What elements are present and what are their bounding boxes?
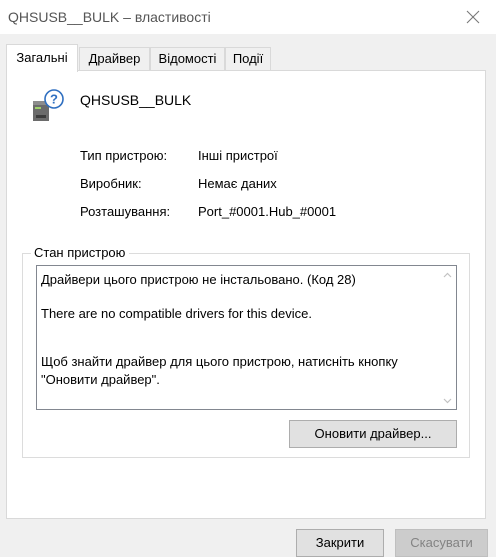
close-window-button[interactable]: [450, 0, 496, 34]
update-driver-button[interactable]: Оновити драйвер...: [289, 420, 457, 448]
device-status-textbox[interactable]: Драйвери цього пристрою не інстальовано.…: [36, 265, 457, 410]
tab-details[interactable]: Відомості: [150, 47, 225, 70]
tab-general[interactable]: Загальні: [6, 44, 78, 72]
status-line: Щоб знайти драйвер для цього пристрою, н…: [41, 354, 398, 369]
location-value: Port_#0001.Hub_#0001: [198, 204, 337, 219]
cancel-button[interactable]: Скасувати: [395, 529, 488, 557]
device-status-legend: Стан пристрою: [31, 245, 130, 260]
vertical-scrollbar[interactable]: [439, 266, 456, 409]
device-type-label: Тип пристрою:: [80, 148, 168, 163]
window-title: QHSUSB__BULK – властивості: [8, 9, 211, 25]
unknown-device-icon: ?: [33, 89, 64, 121]
manufacturer-label: Виробник:: [80, 176, 142, 191]
status-line: Драйвери цього пристрою не інстальовано.…: [41, 272, 356, 287]
device-name: QHSUSB__BULK: [80, 92, 192, 108]
scroll-down-button[interactable]: [439, 392, 456, 409]
status-line: "Оновити драйвер".: [41, 372, 160, 387]
scroll-up-button[interactable]: [439, 266, 456, 283]
tab-driver[interactable]: Драйвер: [79, 47, 150, 70]
close-button[interactable]: Закрити: [296, 529, 384, 557]
manufacturer-value: Немає даних: [198, 176, 277, 191]
location-label: Розташування:: [80, 204, 171, 219]
device-type-value: Інші пристрої: [198, 148, 278, 163]
chevron-up-icon: [443, 272, 452, 277]
status-line: There are no compatible drivers for this…: [41, 306, 312, 321]
tab-events[interactable]: Події: [225, 47, 271, 70]
svg-text:?: ?: [50, 92, 58, 107]
chevron-down-icon: [443, 398, 452, 403]
close-icon: [466, 10, 480, 24]
title-bar: QHSUSB__BULK – властивості: [0, 0, 496, 34]
